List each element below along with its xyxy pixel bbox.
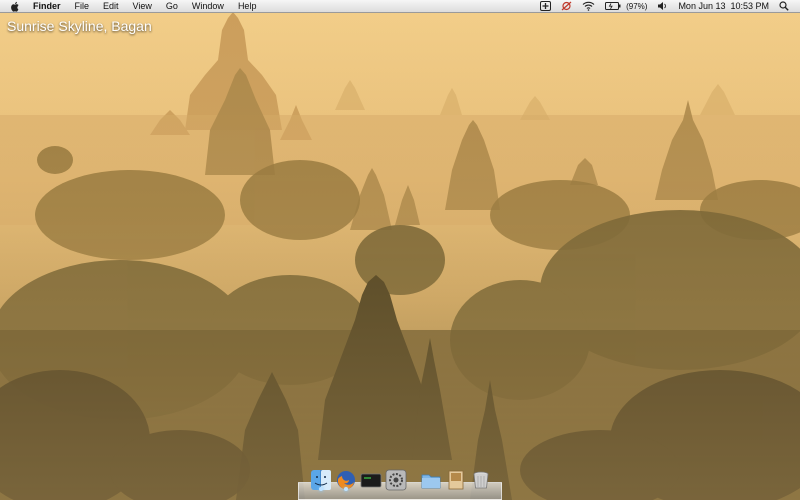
terminal-icon [360,473,382,488]
adium-icon[interactable] [556,0,577,13]
dock [298,466,502,500]
dock-item-finder[interactable] [310,468,332,492]
spotlight-icon[interactable] [774,0,794,13]
wifi-icon[interactable] [577,0,600,13]
dock-item-system-preferences[interactable] [385,468,407,492]
trash-icon [473,471,489,489]
menu-view[interactable]: View [126,0,159,13]
menu-app-finder[interactable]: Finder [26,0,68,13]
running-indicator [319,487,323,491]
dock-item-folder[interactable] [420,468,442,492]
system-preferences-icon [385,469,407,491]
menu-bar: Finder File Edit View Go Window Help (97… [0,0,800,13]
menu-edit[interactable]: Edit [96,0,126,13]
wallpaper-image [0,0,800,500]
menu-help[interactable]: Help [231,0,264,13]
folder-icon [421,474,441,489]
dock-item-preview[interactable] [445,468,467,492]
apple-logo-icon [11,1,19,12]
dock-item-terminal[interactable] [360,468,382,492]
wallpaper-caption: Sunrise Skyline, Bagan [7,18,152,34]
time-machine-icon[interactable] [535,0,556,13]
apple-menu[interactable] [0,1,26,12]
dock-item-firefox[interactable] [335,468,357,492]
dock-item-trash[interactable] [470,468,492,492]
menu-window[interactable]: Window [185,0,231,13]
running-indicator [344,487,348,491]
menu-clock[interactable]: Mon Jun 13 10:53 PM [673,0,774,13]
menu-go[interactable]: Go [159,0,185,13]
menu-file[interactable]: File [68,0,97,13]
battery-icon[interactable] [600,0,626,13]
preview-icon [448,470,464,490]
volume-icon[interactable] [652,0,673,13]
desktop [0,0,800,500]
battery-percent: (97%) [626,1,648,11]
